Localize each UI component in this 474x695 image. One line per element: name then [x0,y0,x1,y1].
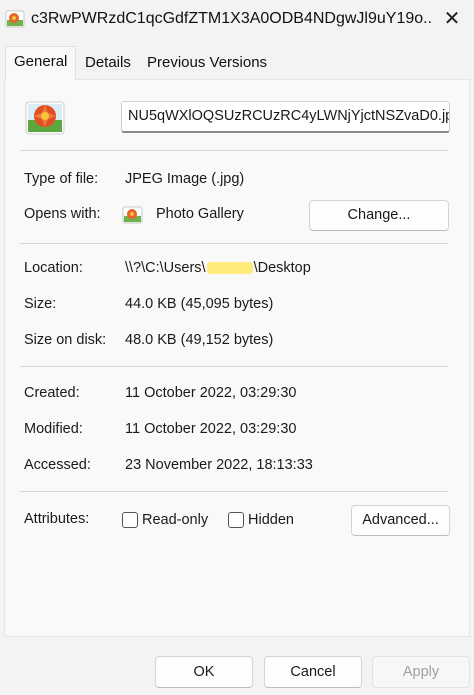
size-label: Size: [24,296,57,312]
general-tab-panel [4,79,470,637]
cancel-button[interactable]: Cancel [264,656,362,688]
photo-file-large-icon [25,101,65,135]
divider [20,243,448,244]
change-button[interactable]: Change... [309,200,449,231]
filename-field[interactable]: NU5qWXlOQSUzRCUzRC4yLWNjYjctNSZvaD0.jpg [121,101,450,133]
location-label: Location: [24,260,83,276]
opens-with-value: Photo Gallery [156,206,244,222]
advanced-button[interactable]: Advanced... [351,505,450,536]
close-icon: ✕ [443,8,461,30]
tab-general[interactable]: General [5,46,77,80]
size-value: 44.0 KB (45,095 bytes) [125,296,274,312]
type-label: Type of file: [24,171,99,187]
modified-value: 11 October 2022, 03:29:30 [125,421,297,437]
hidden-label[interactable]: Hidden [248,512,294,528]
window-title: c3RwPWRzdC1qcGdfZTM1X3A0ODB4NDgwJl9uY19o… [31,10,431,27]
location-prefix: \\?\C:\Users\ [125,260,206,276]
photo-file-icon [5,10,25,28]
tab-details[interactable]: Details [77,49,139,77]
photo-gallery-icon [122,206,143,224]
accessed-value: 23 November 2022, 18:13:33 [125,457,313,473]
created-value: 11 October 2022, 03:29:30 [125,385,297,401]
close-button[interactable]: ✕ [430,0,474,38]
location-suffix: \Desktop [253,260,311,276]
accessed-label: Accessed: [24,457,91,473]
apply-button[interactable]: Apply [372,656,470,688]
redacted-username [206,262,253,275]
location-value: \\?\C:\Users\ \Desktop [125,260,311,276]
size-on-disk-value: 48.0 KB (49,152 bytes) [125,332,274,348]
created-label: Created: [24,385,80,401]
title-bar: c3RwPWRzdC1qcGdfZTM1X3A0ODB4NDgwJl9uY19o… [0,0,474,40]
opens-with-label: Opens with: [24,206,101,222]
readonly-checkbox[interactable] [122,512,138,528]
ok-button[interactable]: OK [155,656,253,688]
divider [20,491,448,492]
modified-label: Modified: [24,421,83,437]
divider [20,150,448,151]
tab-previous-versions[interactable]: Previous Versions [139,49,275,77]
size-on-disk-label: Size on disk: [24,332,107,348]
divider [20,366,448,367]
hidden-checkbox[interactable] [228,512,244,528]
type-value: JPEG Image (.jpg) [125,171,245,187]
readonly-label[interactable]: Read-only [142,512,208,528]
attributes-label: Attributes: [24,511,90,527]
